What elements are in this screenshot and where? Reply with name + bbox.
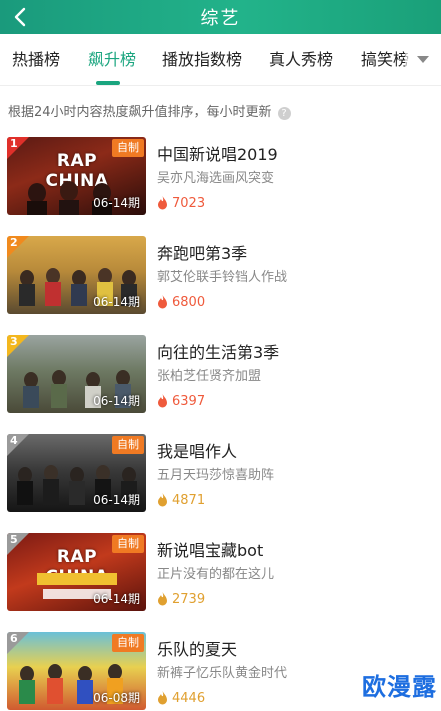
show-subtitle: 正片没有的都在这儿 xyxy=(157,563,274,582)
flame-icon xyxy=(157,196,168,210)
show-subtitle: 吴亦凡海选画风突变 xyxy=(157,167,274,186)
caret-down-icon xyxy=(417,56,429,64)
rank-badge: 1 xyxy=(7,137,29,159)
list-item[interactable]: 4 自制 06-14期 我是唱作人 五月天玛莎惊喜助阵 4871 xyxy=(0,431,441,513)
show-title[interactable]: 我是唱作人 xyxy=(157,438,237,462)
tab-reality[interactable]: 真人秀榜 xyxy=(269,34,333,86)
watermark-text: 欧漫露 xyxy=(362,667,437,702)
heat-value: 6397 xyxy=(172,394,205,409)
original-badge: 自制 xyxy=(112,436,144,454)
question-icon[interactable]: ? xyxy=(278,107,291,120)
heat-score: 6800 xyxy=(157,293,205,311)
cover-thumbnail[interactable]: 4 自制 06-14期 xyxy=(7,434,146,512)
back-button[interactable] xyxy=(6,0,34,34)
heat-score: 4446 xyxy=(157,689,205,707)
rank-badge: 4 xyxy=(7,434,29,456)
rank-badge: 3 xyxy=(7,335,29,357)
show-subtitle: 张柏芝任贤齐加盟 xyxy=(157,365,261,384)
tabs-more-button[interactable] xyxy=(405,34,441,86)
heat-value: 6800 xyxy=(172,295,205,310)
flame-icon xyxy=(157,394,168,408)
cover-thumbnail[interactable]: 6 自制 06-08期 xyxy=(7,632,146,710)
page-title: 综艺 xyxy=(201,4,241,30)
show-title[interactable]: 奔跑吧第3季 xyxy=(157,240,247,264)
notice-text: 根据24小时内容热度飙升值排序，每小时更新 xyxy=(8,102,272,124)
episode-label: 06-14期 xyxy=(93,491,140,508)
top-bar: 综艺 xyxy=(0,0,441,34)
episode-label: 06-08期 xyxy=(93,689,140,706)
heat-score: 4871 xyxy=(157,491,205,509)
tab-play-index[interactable]: 播放指数榜 xyxy=(162,34,242,86)
heat-score: 6397 xyxy=(157,392,205,410)
tab-rising[interactable]: 飙升榜 xyxy=(88,34,136,86)
cover-thumbnail[interactable]: RAP CHINA 5 自制 06-14期 xyxy=(7,533,146,611)
heat-value: 7023 xyxy=(172,196,205,211)
rank-badge: 2 xyxy=(7,236,29,258)
show-subtitle: 郭艾伦联手铃铛人作战 xyxy=(157,266,287,285)
rank-badge: 5 xyxy=(7,533,29,555)
flame-icon xyxy=(157,592,168,606)
heat-value: 4871 xyxy=(172,493,205,508)
episode-label: 06-14期 xyxy=(93,293,140,310)
original-badge: 自制 xyxy=(112,634,144,652)
ranking-notice: 根据24小时内容热度飙升值排序，每小时更新 ? xyxy=(8,102,291,124)
category-tabs: 热播榜 飙升榜 播放指数榜 真人秀榜 搞笑榜 xyxy=(0,34,441,86)
cover-thumbnail[interactable]: 2 06-14期 xyxy=(7,236,146,314)
show-title[interactable]: 乐队的夏天 xyxy=(157,636,237,660)
show-subtitle: 新裤子忆乐队黄金时代 xyxy=(157,662,287,681)
chevron-left-icon xyxy=(13,7,27,27)
episode-label: 06-14期 xyxy=(93,392,140,409)
original-badge: 自制 xyxy=(112,139,144,157)
flame-icon xyxy=(157,493,168,507)
list-item[interactable]: RAP CHINA 5 自制 06-14期 新说唱宝藏bot 正片没有的都在这儿… xyxy=(0,530,441,612)
heat-value: 2739 xyxy=(172,592,205,607)
heat-score: 2739 xyxy=(157,590,205,608)
list-item[interactable]: RAP CHINA 1 自制 06-14期 中国新说唱2019 吴亦凡海选画风突… xyxy=(0,134,441,216)
flame-icon xyxy=(157,295,168,309)
show-title[interactable]: 新说唱宝藏bot xyxy=(157,537,263,561)
episode-label: 06-14期 xyxy=(93,590,140,607)
list-item[interactable]: 2 06-14期 奔跑吧第3季 郭艾伦联手铃铛人作战 6800 xyxy=(0,233,441,315)
show-title[interactable]: 向往的生活第3季 xyxy=(157,339,279,363)
heat-score: 7023 xyxy=(157,194,205,212)
tab-comedy[interactable]: 搞笑榜 xyxy=(361,34,409,86)
show-subtitle: 五月天玛莎惊喜助阵 xyxy=(157,464,274,483)
episode-label: 06-14期 xyxy=(93,194,140,211)
list-item[interactable]: 3 06-14期 向往的生活第3季 张柏芝任贤齐加盟 6397 xyxy=(0,332,441,414)
show-title[interactable]: 中国新说唱2019 xyxy=(157,141,278,165)
cover-thumbnail[interactable]: RAP CHINA 1 自制 06-14期 xyxy=(7,137,146,215)
active-tab-indicator xyxy=(96,81,120,85)
heat-value: 4446 xyxy=(172,691,205,706)
flame-icon xyxy=(157,691,168,705)
cover-thumbnail[interactable]: 3 06-14期 xyxy=(7,335,146,413)
original-badge: 自制 xyxy=(112,535,144,553)
rank-badge: 6 xyxy=(7,632,29,654)
tab-hot[interactable]: 热播榜 xyxy=(12,34,60,86)
